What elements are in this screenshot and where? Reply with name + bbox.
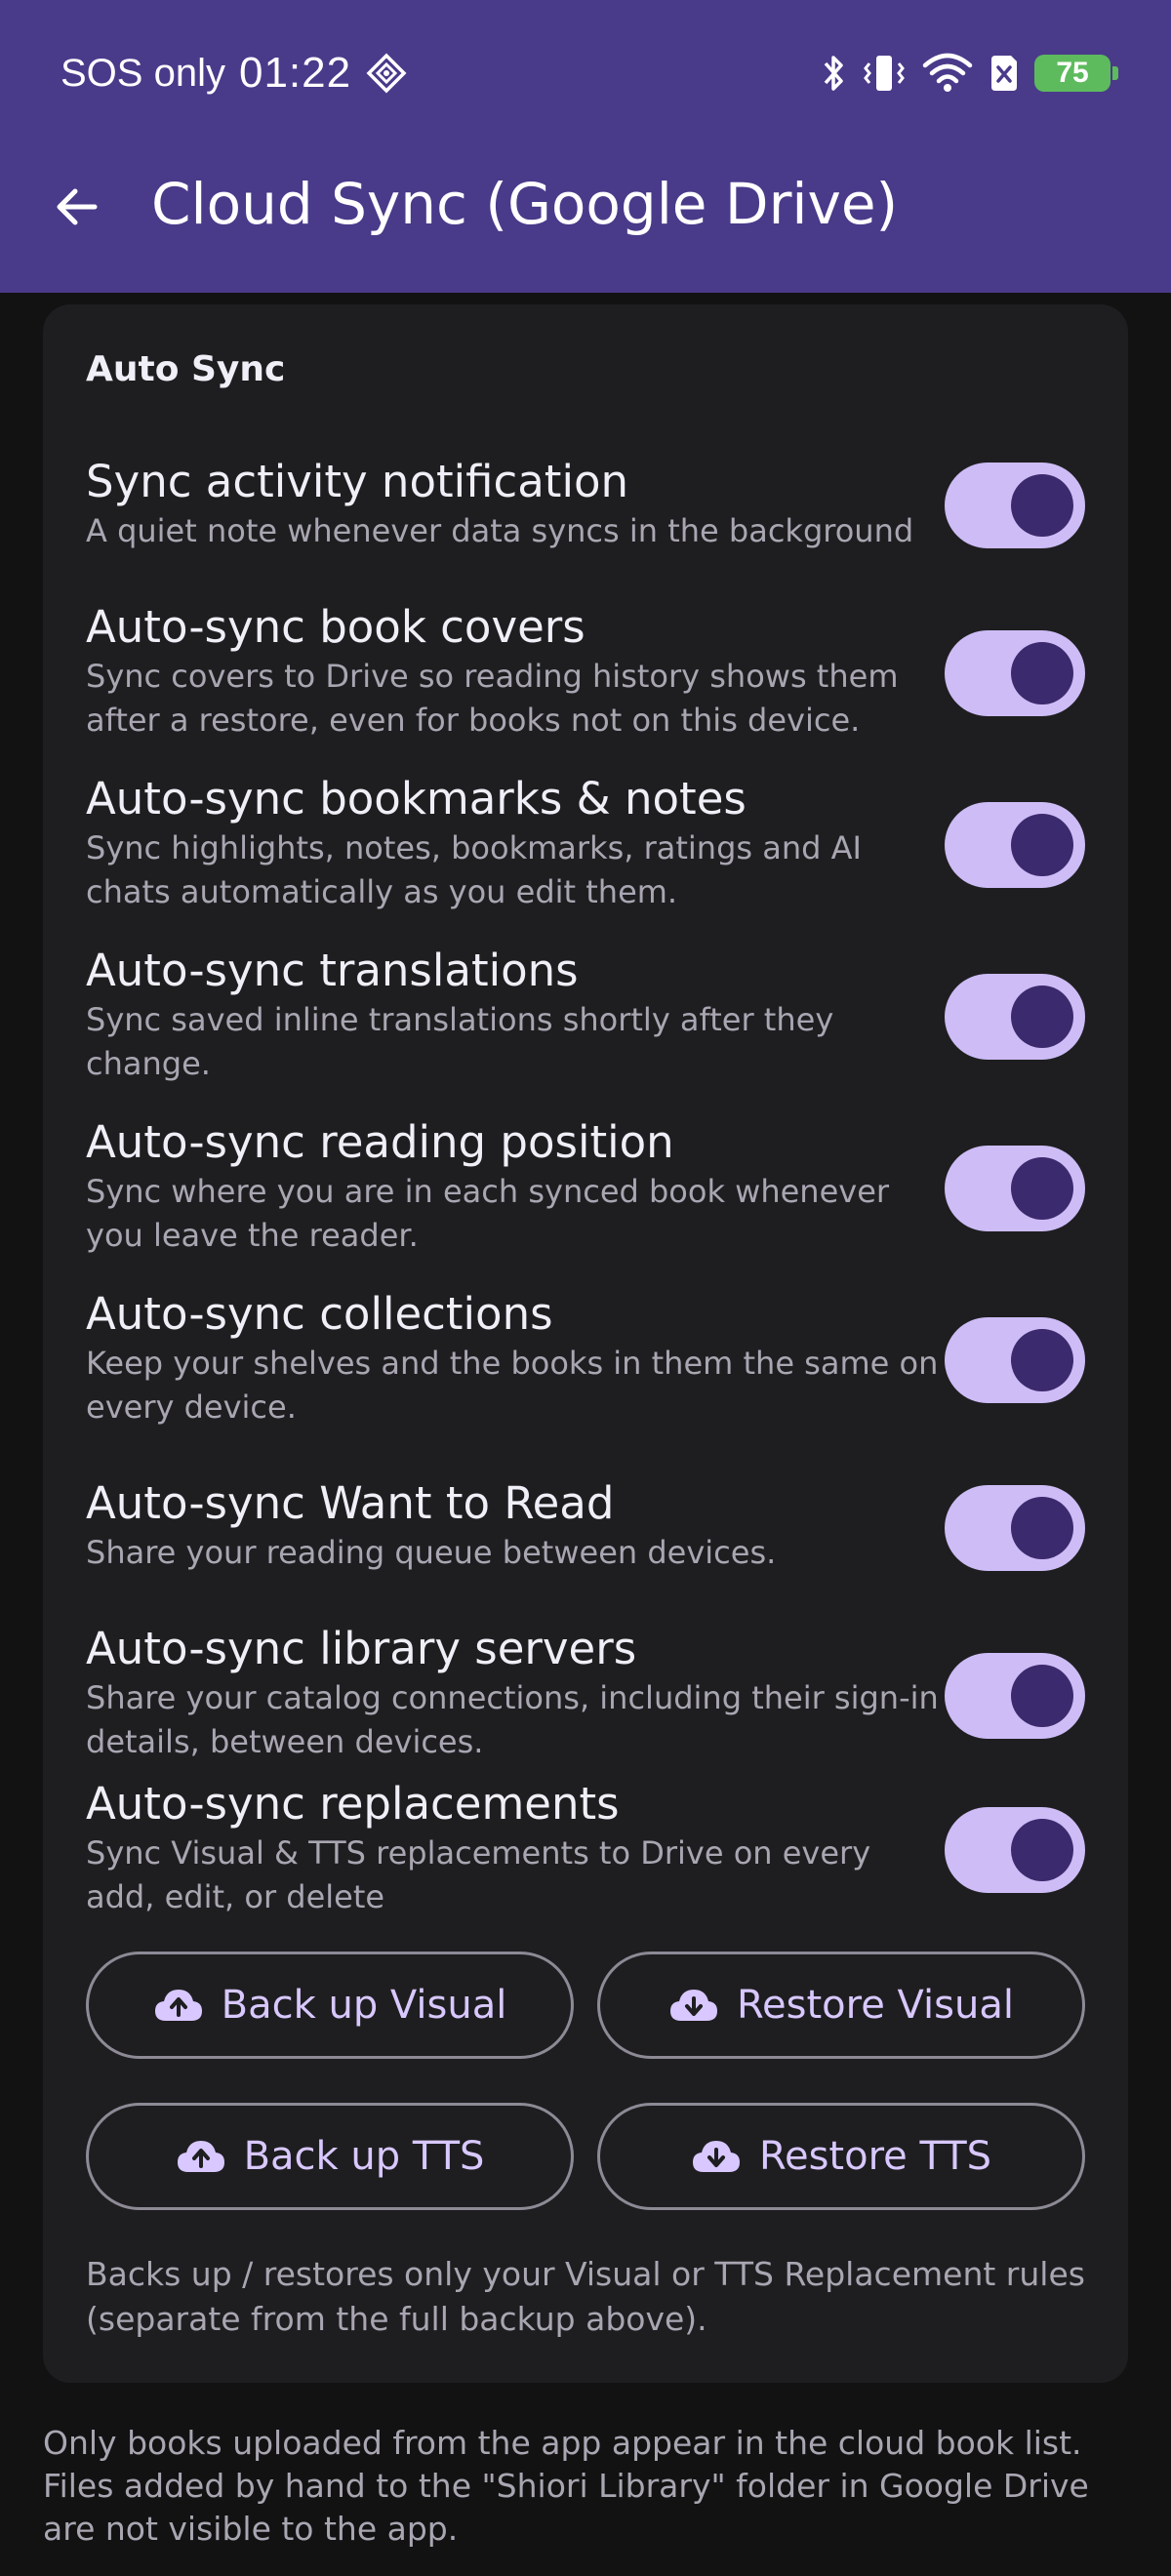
setting-replacements[interactable]: Auto-sync replacements Sync Visual & TTS…: [86, 1777, 1085, 1919]
setting-reading-position[interactable]: Auto-sync reading position Sync where yo…: [86, 1115, 1085, 1258]
setting-title: Auto-sync collections: [86, 1288, 553, 1340]
carrier-label: SOS only: [61, 51, 225, 95]
setting-collections[interactable]: Auto-sync collections Keep your shelves …: [86, 1287, 1085, 1429]
arrow-back-icon: [57, 188, 98, 225]
book-covers-toggle[interactable]: [945, 630, 1085, 716]
toggle-thumb: [1011, 1497, 1073, 1559]
toggle-thumb: [1011, 642, 1073, 704]
restore-visual-button[interactable]: Restore Visual: [597, 1952, 1085, 2059]
setting-subtitle: A quiet note whenever data syncs in the …: [86, 512, 914, 549]
reading-position-toggle[interactable]: [945, 1146, 1085, 1231]
setting-subtitle: Share your catalog connections, includin…: [86, 1679, 939, 1760]
setting-title: Auto-sync reading position: [86, 1116, 674, 1168]
button-label: Restore TTS: [758, 2134, 992, 2179]
setting-want-to-read[interactable]: Auto-sync Want to Read Share your readin…: [86, 1476, 1085, 1575]
backup-tts-button[interactable]: Back up TTS: [86, 2103, 574, 2210]
button-label: Back up Visual: [221, 1983, 507, 2028]
app-bar: SOS only 01:22 75 Cloud Sync (Google Dri…: [0, 0, 1171, 293]
setting-title: Auto-sync bookmarks & notes: [86, 773, 747, 825]
status-bar: SOS only 01:22 75: [0, 39, 1171, 107]
toggle-thumb: [1011, 986, 1073, 1048]
setting-bookmarks-notes[interactable]: Auto-sync bookmarks & notes Sync highlig…: [86, 772, 1085, 914]
backup-visual-button[interactable]: Back up Visual: [86, 1952, 574, 2059]
toggle-thumb: [1011, 474, 1073, 537]
data-saver-icon: [366, 53, 407, 94]
want-to-read-toggle[interactable]: [945, 1485, 1085, 1571]
wifi-icon: [922, 53, 973, 92]
setting-title: Auto-sync Want to Read: [86, 1477, 615, 1529]
toolbar: Cloud Sync (Google Drive): [0, 146, 1171, 263]
setting-subtitle: Sync Visual & TTS replacements to Drive …: [86, 1834, 871, 1915]
setting-subtitle: Sync highlights, notes, bookmarks, ratin…: [86, 829, 862, 910]
button-label: Restore Visual: [737, 1983, 1014, 2028]
cloud-upload-icon: [154, 1990, 202, 2021]
replacement-note: Backs up / restores only your Visual or …: [86, 2255, 1085, 2338]
cloud-download-icon: [670, 1990, 718, 2021]
setting-subtitle: Sync where you are in each synced book w…: [86, 1173, 890, 1254]
restore-tts-button[interactable]: Restore TTS: [597, 2103, 1085, 2210]
setting-library-servers[interactable]: Auto-sync library servers Share your cat…: [86, 1622, 1085, 1764]
toggle-thumb: [1011, 814, 1073, 876]
setting-title: Auto-sync library servers: [86, 1623, 637, 1674]
back-button[interactable]: [35, 166, 117, 248]
vibrate-icon: [864, 56, 905, 91]
toggle-thumb: [1011, 1329, 1073, 1391]
battery-icon: 75: [1034, 55, 1118, 92]
library-servers-toggle[interactable]: [945, 1653, 1085, 1739]
setting-subtitle: Share your reading queue between devices…: [86, 1534, 777, 1571]
no-sim-icon: [991, 56, 1017, 91]
bookmarks-notes-toggle[interactable]: [945, 802, 1085, 888]
clock: 01:22: [238, 49, 352, 97]
setting-subtitle: Sync covers to Drive so reading history …: [86, 658, 899, 739]
section-title: Auto Sync: [86, 349, 286, 389]
toggle-thumb: [1011, 1665, 1073, 1727]
cloud-download-icon: [692, 2141, 740, 2172]
cloud-upload-icon: [177, 2141, 224, 2172]
toggle-thumb: [1011, 1157, 1073, 1220]
sync-notification-toggle[interactable]: [945, 463, 1085, 548]
setting-book-covers[interactable]: Auto-sync book covers Sync covers to Dri…: [86, 600, 1085, 743]
setting-sync-notification[interactable]: Sync activity notification A quiet note …: [86, 455, 1085, 553]
setting-subtitle: Sync saved inline translations shortly a…: [86, 1001, 834, 1082]
setting-title: Sync activity notification: [86, 456, 628, 507]
setting-title: Auto-sync replacements: [86, 1778, 620, 1830]
button-label: Back up TTS: [243, 2134, 485, 2179]
collections-toggle[interactable]: [945, 1317, 1085, 1403]
setting-title: Auto-sync translations: [86, 945, 579, 996]
translations-toggle[interactable]: [945, 974, 1085, 1060]
replacements-toggle[interactable]: [945, 1807, 1085, 1893]
bluetooth-icon: [824, 56, 843, 91]
setting-subtitle: Keep your shelves and the books in them …: [86, 1345, 939, 1426]
battery-level: 75: [1056, 57, 1089, 89]
page-title: Cloud Sync (Google Drive): [151, 171, 899, 237]
footer-note: Only books uploaded from the app appear …: [43, 2424, 1089, 2548]
setting-title: Auto-sync book covers: [86, 601, 586, 653]
setting-translations[interactable]: Auto-sync translations Sync saved inline…: [86, 944, 1085, 1086]
toggle-thumb: [1011, 1819, 1073, 1881]
